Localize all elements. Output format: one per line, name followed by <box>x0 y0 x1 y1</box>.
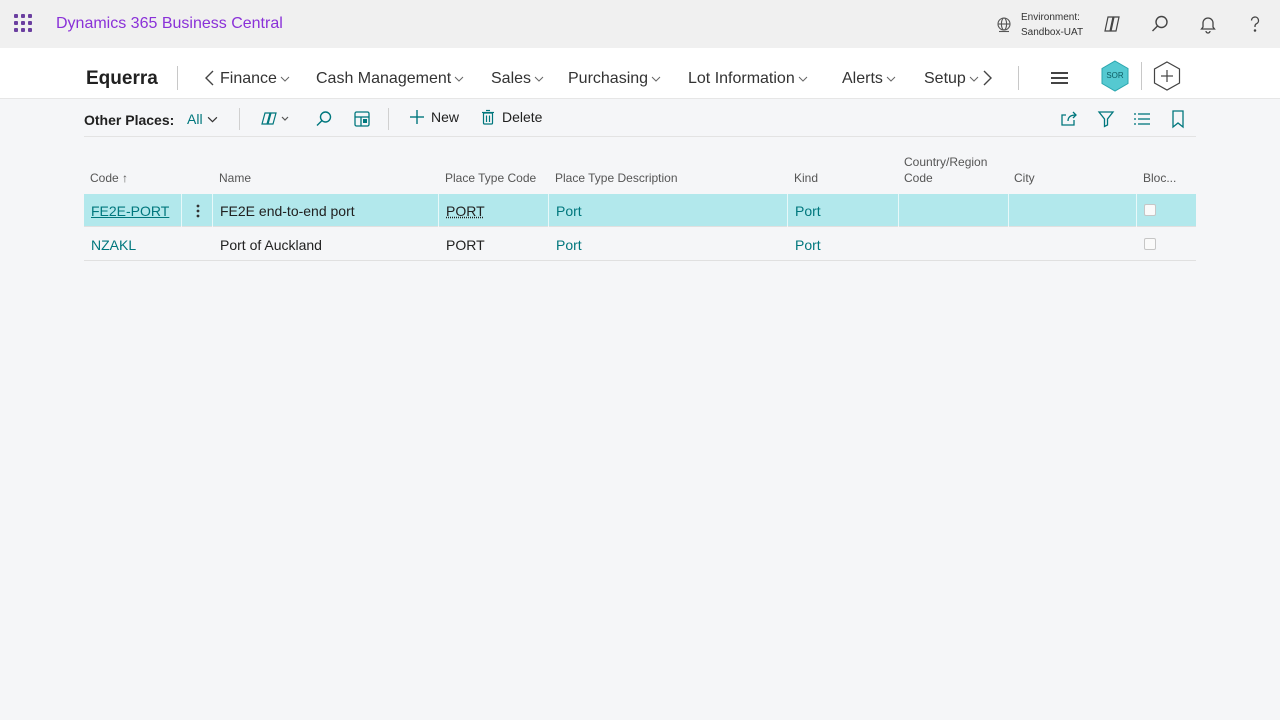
cell-name[interactable]: Port of Auckland <box>220 237 322 253</box>
nav-item-sales[interactable]: Sales <box>491 70 544 88</box>
navigation-bar: Equerra Finance Cash Management Sales Pu… <box>0 48 1280 99</box>
cell-code[interactable]: FE2E-PORT <box>91 203 169 219</box>
company-name[interactable]: Equerra <box>86 68 158 90</box>
chevron-down-icon <box>534 76 544 82</box>
column-header-place-type-code[interactable]: Place Type Code <box>445 170 536 186</box>
nav-item-label: Setup <box>924 70 966 87</box>
column-header-code[interactable]: Code ↑ <box>90 170 128 186</box>
table-row[interactable]: NZAKL Port of Auckland PORT Port Port <box>84 228 1196 261</box>
action-bar: Other Places: All New Delete <box>84 100 1196 137</box>
environment-label: Environment: <box>1021 12 1080 23</box>
column-header-label: Country/Region <box>904 155 988 169</box>
blocked-checkbox[interactable] <box>1144 238 1156 250</box>
column-header-label: Code <box>90 171 119 185</box>
row-actions-ellipsis-icon[interactable] <box>194 203 202 219</box>
add-hexagon-icon[interactable] <box>1151 60 1183 92</box>
column-header-name[interactable]: Name <box>219 170 251 186</box>
cell-place-type-code[interactable]: PORT <box>446 203 485 219</box>
avatar-initials: SOR <box>1106 71 1124 80</box>
other-places-label: Other Places: <box>84 112 175 128</box>
action-divider <box>239 108 240 130</box>
nav-divider <box>1141 62 1142 90</box>
chevron-down-icon <box>454 76 464 82</box>
cell-code[interactable]: NZAKL <box>91 237 136 253</box>
new-button[interactable]: New <box>409 109 459 125</box>
nav-item-label: Alerts <box>842 70 883 87</box>
cell-place-type-code[interactable]: PORT <box>446 237 485 253</box>
column-divider <box>787 194 788 227</box>
column-divider <box>1008 194 1009 227</box>
nav-item-purchasing[interactable]: Purchasing <box>568 70 661 88</box>
product-name[interactable]: Dynamics 365 Business Central <box>56 15 283 33</box>
help-question-icon[interactable] <box>1245 14 1265 34</box>
column-divider <box>438 194 439 227</box>
delete-button-label: Delete <box>502 109 543 125</box>
search-icon[interactable] <box>1150 14 1170 34</box>
plus-icon <box>410 110 424 124</box>
environment-globe-icon <box>997 17 1011 33</box>
nav-item-lot-information[interactable]: Lot Information <box>688 70 808 88</box>
nav-item-label: Cash Management <box>316 70 452 87</box>
chevron-down-icon <box>651 76 661 82</box>
new-button-label: New <box>431 109 460 125</box>
nav-divider <box>1018 66 1019 90</box>
cell-name[interactable]: FE2E end-to-end port <box>220 203 355 219</box>
cell-place-type-description[interactable]: Port <box>556 237 582 253</box>
column-header-place-type-description[interactable]: Place Type Description <box>555 170 678 186</box>
notifications-bell-icon[interactable] <box>1198 14 1218 34</box>
search-list-icon[interactable] <box>314 109 334 129</box>
trash-icon <box>482 109 494 125</box>
nav-item-label: Purchasing <box>568 70 649 87</box>
chevron-down-icon <box>207 116 217 123</box>
chevron-down-icon <box>798 76 808 82</box>
nav-item-cash-management[interactable]: Cash Management <box>316 70 464 88</box>
delete-button[interactable]: Delete <box>480 109 542 125</box>
nav-item-alerts[interactable]: Alerts <box>842 70 896 88</box>
filter-view-value: All <box>187 111 203 127</box>
chevron-down-icon <box>969 76 979 82</box>
nav-scroll-left-icon[interactable] <box>203 69 217 87</box>
column-divider <box>181 194 182 227</box>
column-header-city[interactable]: City <box>1014 170 1035 186</box>
column-divider <box>898 194 899 227</box>
action-divider <box>388 108 389 130</box>
column-header-blocked[interactable]: Bloc... <box>1143 170 1176 186</box>
nav-scroll-right-icon[interactable] <box>980 69 994 87</box>
nav-divider <box>177 66 178 90</box>
nav-item-setup[interactable]: Setup <box>924 70 979 88</box>
cell-kind[interactable]: Port <box>795 203 821 219</box>
nav-item-label: Finance <box>220 70 277 87</box>
nav-item-label: Sales <box>491 70 532 87</box>
blocked-checkbox[interactable] <box>1144 204 1156 216</box>
copilot-icon[interactable] <box>1102 14 1122 34</box>
cell-place-type-description[interactable]: Port <box>556 203 582 219</box>
chevron-down-icon <box>280 76 290 82</box>
chevron-down-icon <box>886 76 896 82</box>
filter-icon[interactable] <box>1096 109 1116 129</box>
app-launcher-icon[interactable] <box>14 14 34 34</box>
nav-item-label: Lot Information <box>688 70 795 87</box>
column-header-country-region-code[interactable]: Country/Region Code <box>904 154 987 186</box>
share-icon[interactable] <box>1059 109 1079 129</box>
list-view-icon[interactable] <box>1132 109 1152 129</box>
environment-value: Sandbox-UAT <box>1021 27 1084 38</box>
column-divider <box>1136 194 1137 227</box>
filter-view-dropdown[interactable]: All <box>187 111 218 127</box>
sort-ascending-icon: ↑ <box>122 171 129 185</box>
menu-icon[interactable] <box>1051 72 1068 84</box>
column-header-label: Code <box>904 171 933 185</box>
edit-in-excel-icon[interactable] <box>352 109 372 129</box>
cell-kind[interactable]: Port <box>795 237 821 253</box>
column-divider <box>548 194 549 227</box>
bookmark-icon[interactable] <box>1168 109 1188 129</box>
app-bar: Dynamics 365 Business Central Environmen… <box>0 0 1280 48</box>
nav-item-finance[interactable]: Finance <box>220 70 290 88</box>
column-header-kind[interactable]: Kind <box>794 170 818 186</box>
column-divider <box>212 194 213 227</box>
table-row[interactable]: FE2E-PORT FE2E end-to-end port PORT Port… <box>84 194 1196 227</box>
copilot-actions-icon[interactable] <box>261 109 291 129</box>
environment-info[interactable]: Environment: Sandbox-UAT <box>1021 10 1083 40</box>
